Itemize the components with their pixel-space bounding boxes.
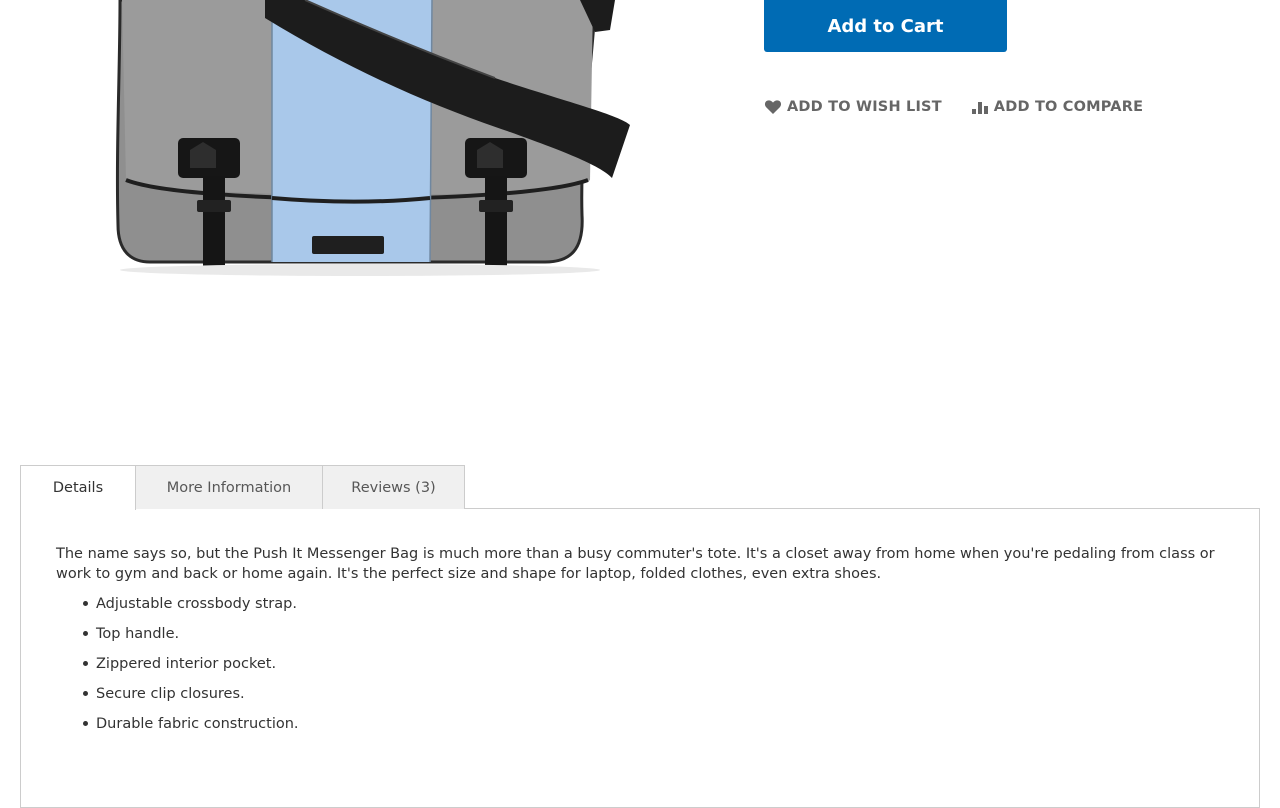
messenger-bag-image [115, 0, 630, 276]
tab-details[interactable]: Details [20, 465, 136, 510]
add-to-cart-button[interactable]: Add to Cart [764, 0, 1007, 52]
list-item: Durable fabric construction. [83, 714, 1224, 734]
product-social-links: Add to Wish List Add to Compare [764, 96, 1143, 118]
product-description: The name says so, but the Push It Messen… [56, 546, 1215, 582]
feature-list: Adjustable crossbody strap. Top handle. … [56, 594, 1224, 734]
list-item: Adjustable crossbody strap. [83, 594, 1224, 614]
list-item: Secure clip closures. [83, 684, 1224, 704]
tab-more-information[interactable]: More Information [135, 465, 323, 509]
add-to-compare-link[interactable]: Add to Compare [971, 99, 1143, 115]
product-info-tabs: Details More Information Reviews (3) The… [20, 465, 1260, 808]
add-to-wish-list-label: Add to Wish List [787, 99, 942, 115]
tab-more-information-label: More Information [166, 479, 292, 496]
tab-list: Details More Information Reviews (3) [20, 465, 1260, 510]
tab-reviews-label: Reviews (3) [351, 479, 436, 496]
details-panel: The name says so, but the Push It Messen… [20, 508, 1260, 808]
bar-chart-icon [971, 99, 989, 115]
heart-icon [764, 99, 782, 115]
add-to-wish-list-link[interactable]: Add to Wish List [764, 99, 942, 115]
list-item: Zippered interior pocket. [83, 654, 1224, 674]
product-image[interactable] [90, 0, 650, 290]
add-to-compare-label: Add to Compare [993, 99, 1144, 115]
list-item: Top handle. [83, 624, 1224, 644]
tab-reviews[interactable]: Reviews (3) [322, 465, 465, 509]
tab-details-label: Details [52, 480, 104, 496]
